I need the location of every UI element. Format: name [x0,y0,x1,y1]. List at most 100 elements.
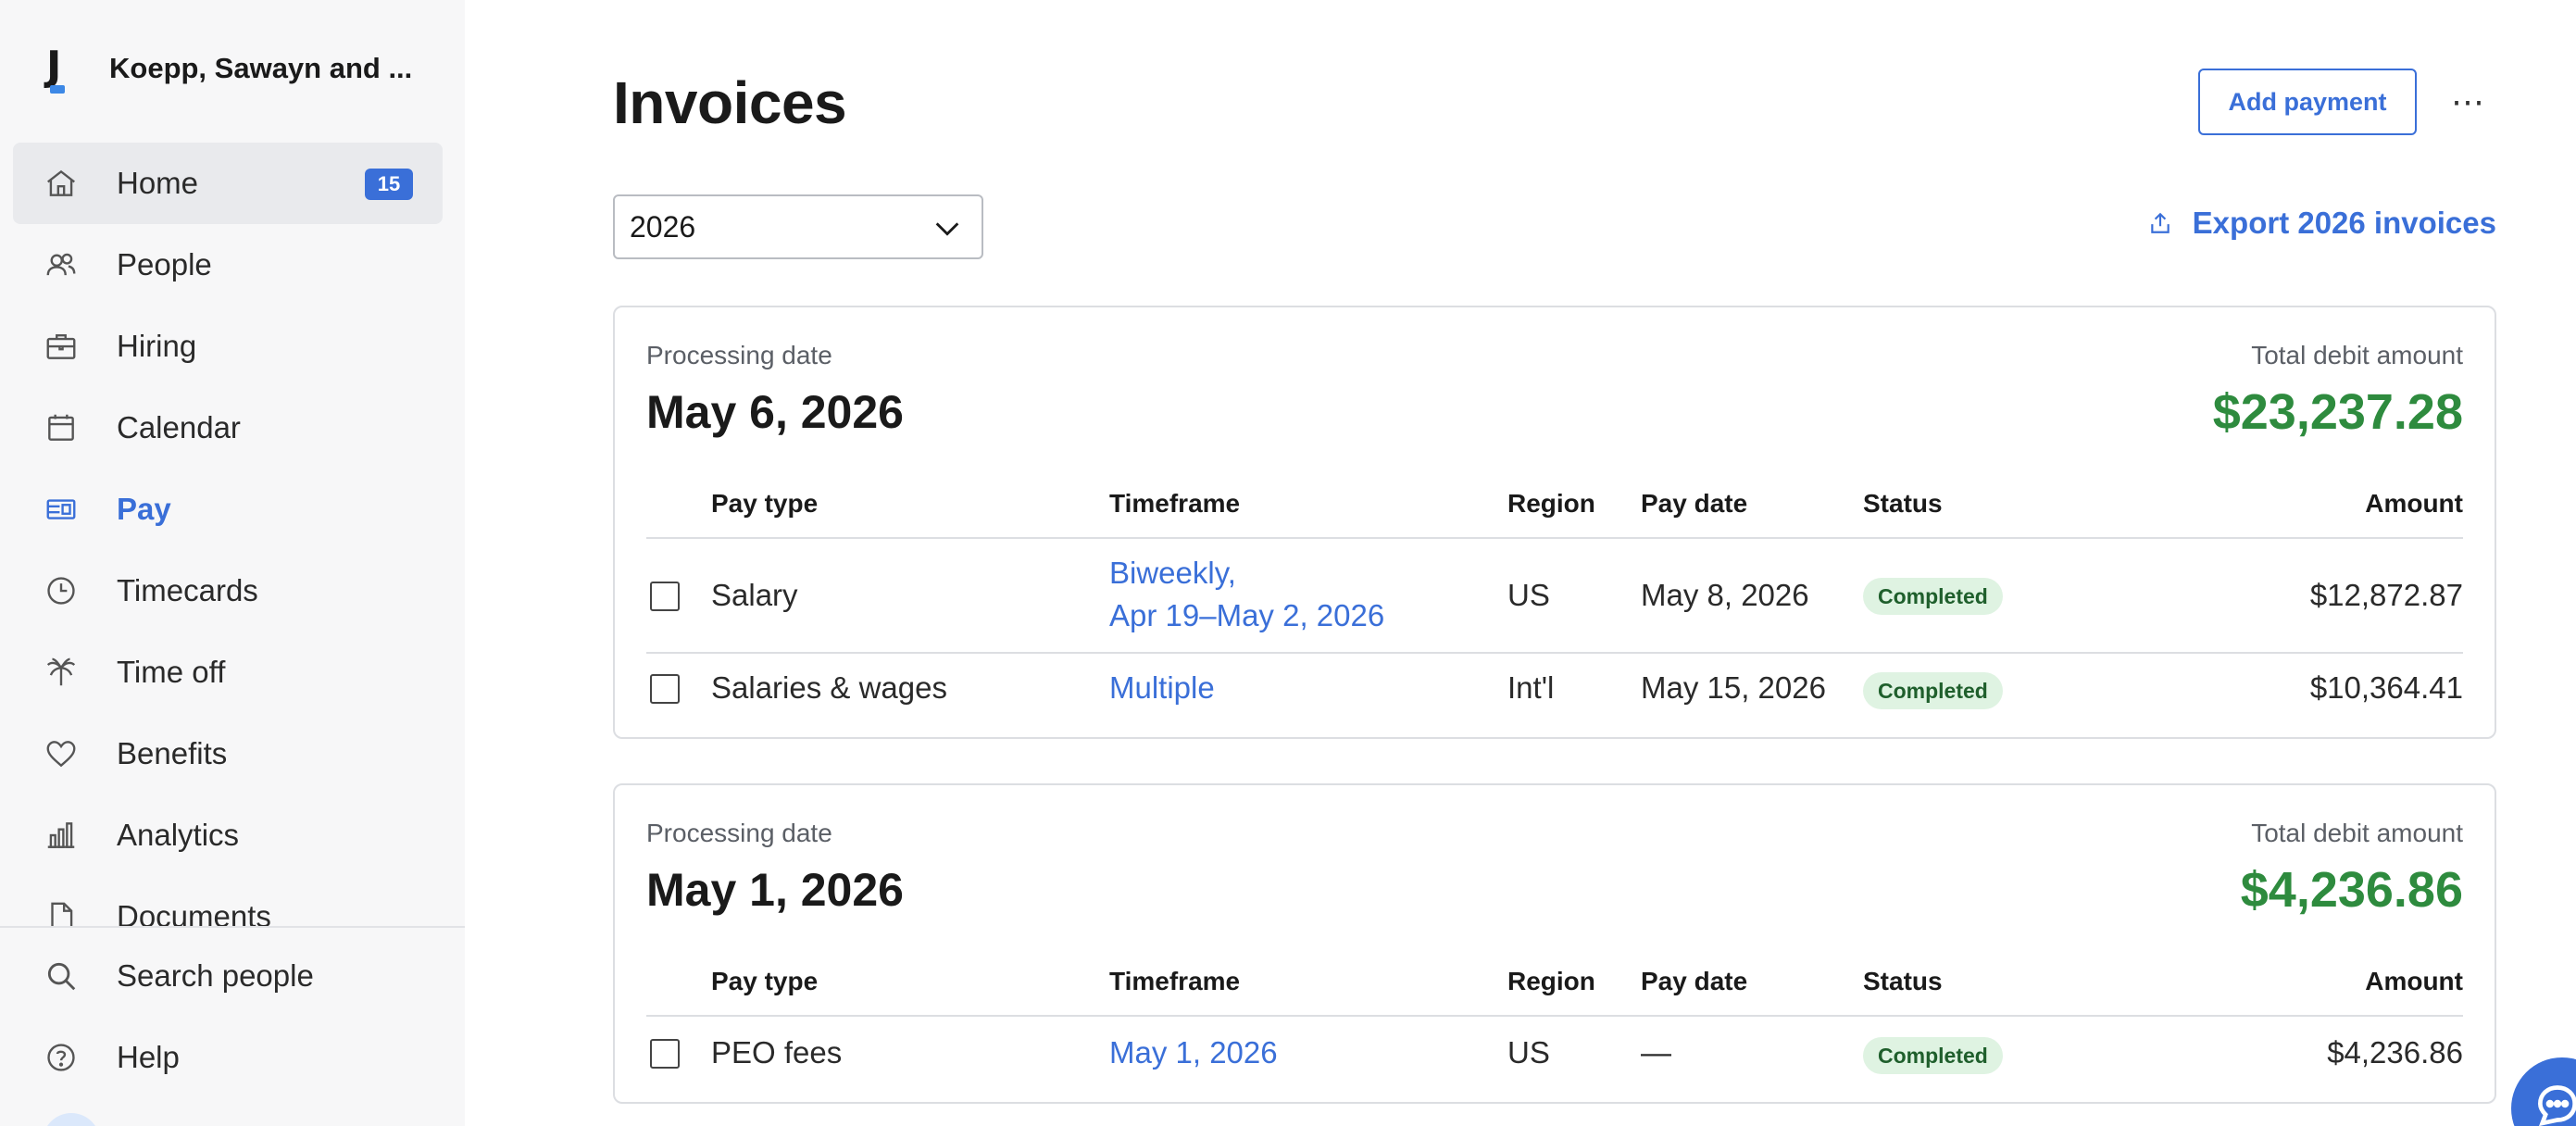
pay-type: Salaries & wages [711,670,947,705]
sidebar-item-timecards[interactable]: Timecards [13,550,443,632]
pay-date: May 15, 2026 [1641,670,1826,705]
column-header-pay-type: Pay type [711,489,819,518]
pay-icon [43,491,80,528]
sidebar-footer: Search people Help [0,926,465,1126]
column-header-amount: Amount [2365,489,2463,518]
processing-date-label: Processing date [646,819,832,847]
pay-type: PEO fees [711,1035,843,1070]
sidebar-nav: Home 15 People Hiring Calendar Pay Timec… [13,143,443,957]
sidebar-item-calendar[interactable]: Calendar [13,387,443,469]
status-badge: Completed [1863,578,2003,615]
sidebar-item-label: Timecards [117,573,258,607]
column-header-status: Status [1863,489,1943,518]
processing-date: May 6, 2026 [646,386,904,438]
timeframe-link[interactable]: May 1, 2026 [1109,1035,1278,1070]
home-icon [43,165,80,202]
pay-type: Salary [711,578,798,612]
column-header-timeframe: Timeframe [1109,967,1241,995]
page-title: Invoices [613,69,847,136]
sidebar-item-time-off[interactable]: Time off [13,632,443,713]
avatar[interactable] [43,1113,100,1126]
year-select-value: 2026 [630,209,696,244]
column-header-pay-date: Pay date [1641,489,1748,518]
sidebar-item-analytics[interactable]: Analytics [13,794,443,876]
more-options-icon[interactable]: ⋯ [2441,76,2496,128]
heart-icon [43,735,80,772]
row-checkbox[interactable] [650,582,680,611]
amount: $12,872.87 [2309,578,2463,612]
calendar-icon [43,409,80,446]
divider [646,1015,2463,1017]
sidebar-item-label: Help [117,1040,180,1074]
region: US [1507,578,1550,612]
help-button[interactable]: Help [13,1017,443,1098]
invoice-group: Processing date May 1, 2026 Total debit … [613,783,2496,1104]
column-header-region: Region [1507,967,1595,995]
add-payment-button[interactable]: Add payment [2198,69,2417,135]
search-people-button[interactable]: Search people [13,935,443,1017]
total-debit-amount: $23,237.28 [2212,384,2463,440]
year-select[interactable]: 2026 [613,194,983,259]
divider [646,652,2463,654]
palm-tree-icon [43,654,80,691]
chat-icon [2537,1085,2576,1126]
column-header-pay-type: Pay type [711,967,819,995]
sidebar-item-label: People [117,247,212,282]
total-debit-label: Total debit amount [2251,819,2463,847]
divider [646,537,2463,539]
column-header-timeframe: Timeframe [1109,489,1241,518]
search-icon [43,957,80,995]
people-icon [43,246,80,283]
notification-badge: 15 [365,169,413,200]
sidebar-item-home[interactable]: Home 15 [13,143,443,224]
region: Int'l [1507,670,1555,705]
sidebar-item-hiring[interactable]: Hiring [13,306,443,387]
sidebar-item-label: Hiring [117,329,197,363]
clock-icon [43,572,80,609]
sidebar-item-benefits[interactable]: Benefits [13,713,443,794]
region: US [1507,1035,1550,1070]
sidebar-item-label: Calendar [117,410,241,444]
sidebar-item-people[interactable]: People [13,224,443,306]
column-header-amount: Amount [2365,967,2463,995]
sidebar-item-label: Time off [117,655,226,689]
export-icon [2150,212,2170,233]
timeframe-link[interactable]: Multiple [1109,670,1215,706]
company-switcher[interactable]: J Koepp, Sawayn and ... [43,41,412,96]
total-debit-amount: $4,236.86 [2240,862,2463,918]
row-checkbox[interactable] [650,674,680,704]
total-debit-label: Total debit amount [2251,341,2463,369]
column-header-status: Status [1863,967,1943,995]
sidebar-item-label: Benefits [117,736,228,770]
company-name: Koepp, Sawayn and ... [109,52,413,84]
status-badge: Completed [1863,1037,2003,1074]
sidebar-item-label: Search people [117,958,314,993]
briefcase-icon [43,328,80,365]
processing-date-label: Processing date [646,341,832,369]
sidebar: J Koepp, Sawayn and ... Home 15 People H… [0,0,465,1126]
amount: $4,236.86 [2327,1035,2463,1070]
export-invoices-link[interactable]: Export 2026 invoices [2148,206,2496,241]
chat-button[interactable] [2511,1057,2576,1126]
row-checkbox[interactable] [650,1039,680,1069]
invoice-group: Processing date May 6, 2026 Total debit … [613,306,2496,739]
company-logo: J [43,44,80,94]
status-badge: Completed [1863,672,2003,709]
processing-date: May 1, 2026 [646,864,904,916]
main-content: Invoices Add payment ⋯ 2026 Export 2026 … [613,0,2496,1126]
sidebar-item-pay[interactable]: Pay [13,469,443,550]
sidebar-item-label: Pay [117,492,171,526]
help-icon [43,1039,80,1076]
column-header-pay-date: Pay date [1641,967,1748,995]
amount: $10,364.41 [2309,670,2463,705]
sidebar-item-label: Home [117,166,199,200]
pay-date: May 8, 2026 [1641,578,1809,612]
chevron-down-icon [935,222,959,236]
sidebar-item-label: Analytics [117,818,240,852]
column-header-region: Region [1507,489,1595,518]
pay-date: — [1641,1035,1671,1070]
timeframe-link[interactable]: Apr 19–May 2, 2026 [1109,598,1384,633]
bar-chart-icon [43,817,80,854]
timeframe-link[interactable]: Biweekly, [1109,556,1236,591]
export-label: Export 2026 invoices [2192,206,2496,240]
